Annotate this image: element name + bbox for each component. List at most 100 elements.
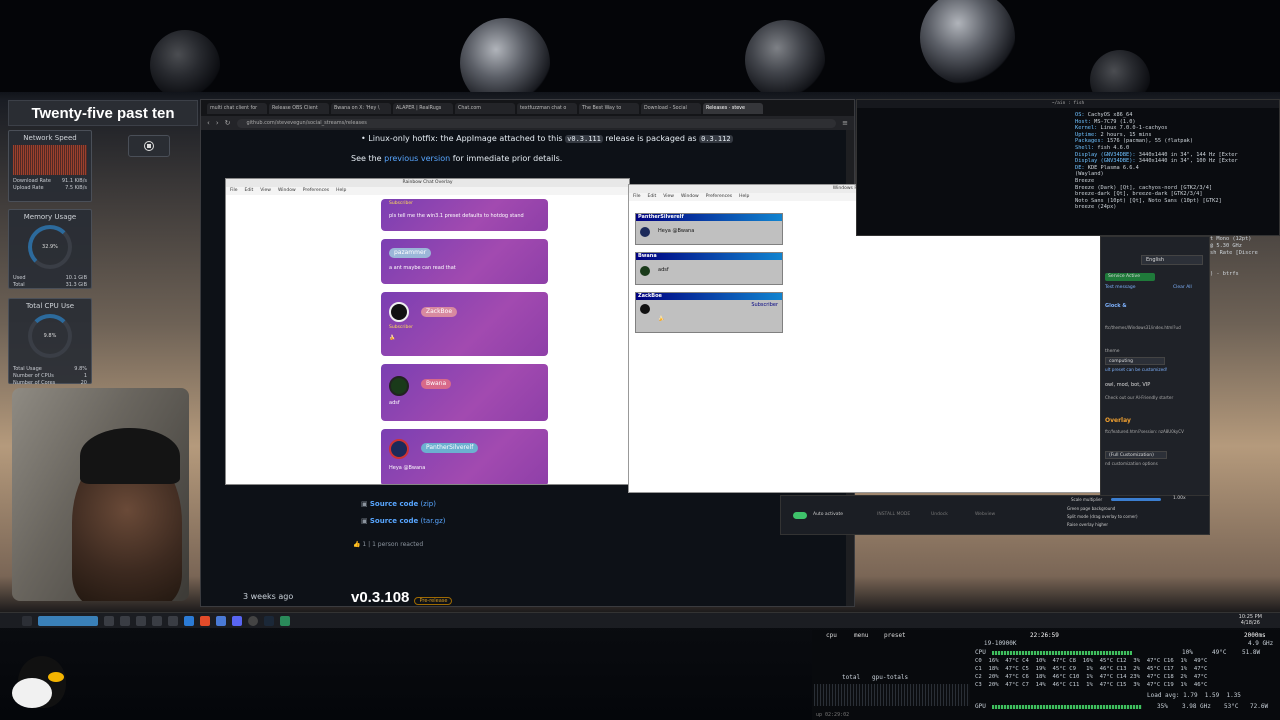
browser-tab-active[interactable]: Releases · steve bbox=[703, 102, 763, 114]
chat-message-card: ZackBoe Subscriber 🍌 bbox=[381, 292, 548, 356]
menu-item[interactable]: View bbox=[663, 193, 674, 201]
service-toggle[interactable]: Service Active bbox=[1105, 273, 1155, 281]
install-mode-button[interactable]: INSTALL MODE bbox=[877, 512, 910, 517]
reload-icon[interactable]: ↻ bbox=[225, 119, 231, 127]
info-value: (Wayland) bbox=[1075, 171, 1104, 178]
browser-tab[interactable]: Bwana on X: 'Hey \ bbox=[331, 102, 391, 114]
file-manager-icon[interactable] bbox=[184, 615, 194, 626]
btop-monitor: cpu menu preset 22:26:59 2000ms i9-10900… bbox=[812, 630, 1280, 720]
info-value: breeze-dark [Qt], breeze-dark [GTK2/3/4] bbox=[1075, 191, 1203, 198]
menu-item[interactable]: Window bbox=[681, 193, 699, 201]
menu-item[interactable]: Preferences bbox=[706, 193, 732, 201]
auto-activate-toggle[interactable] bbox=[793, 512, 807, 519]
window-thumb-icon[interactable] bbox=[168, 615, 178, 626]
menu-item[interactable]: View bbox=[260, 187, 271, 195]
upload-label: Upload Rate bbox=[13, 185, 44, 191]
menu-item[interactable]: Window bbox=[278, 187, 296, 195]
btop-cpu-watts: 51.8W bbox=[1242, 649, 1261, 656]
menu-item[interactable]: Help bbox=[739, 193, 749, 201]
info-value: MS-7C79 (1.0) bbox=[1094, 118, 1136, 125]
chat-message-text: pls tell me the win3.1 preset defaults t… bbox=[389, 213, 524, 219]
btop-gpu-temp: 53°C bbox=[1224, 703, 1239, 710]
info-value: Noto Sans (10pt) [Qt], Noto Sans (10pt) … bbox=[1075, 197, 1222, 204]
window-thumb-icon[interactable] bbox=[120, 615, 130, 626]
window-thumb-icon[interactable] bbox=[104, 615, 114, 626]
browser-tab[interactable]: Chat.com bbox=[455, 102, 515, 114]
option-toggle[interactable]: Green page background bbox=[1067, 506, 1115, 511]
tray-date: 4/18/26 bbox=[1240, 620, 1260, 626]
scale-slider[interactable] bbox=[1111, 498, 1161, 501]
brave-browser-icon[interactable] bbox=[200, 615, 210, 626]
address-bar[interactable]: github.com/stevevegun/social_streams/rel… bbox=[236, 118, 837, 128]
menu-item[interactable]: File bbox=[633, 193, 641, 201]
stop-recording-button[interactable] bbox=[128, 135, 170, 157]
tray-clock[interactable]: 10:25 PM 4/18/26 bbox=[1239, 614, 1262, 626]
retro-chat-box: PantherSilverelf Heya @Bwana bbox=[635, 213, 783, 245]
asset-row[interactable]: ▣ Source code (zip) bbox=[361, 500, 436, 508]
chat-message-card: pazammer a ant maybe can read that bbox=[381, 239, 548, 284]
pager-widget[interactable] bbox=[38, 615, 98, 626]
chat-message-card: PantherSilverelf Heya @Bwana bbox=[381, 429, 548, 484]
menu-item[interactable]: Edit bbox=[648, 193, 657, 201]
menu-item[interactable]: Help bbox=[336, 187, 346, 195]
browser-tab[interactable]: Release OBS Client bbox=[269, 102, 329, 114]
scale-label: Scale multiplier bbox=[1071, 497, 1103, 502]
language-select[interactable]: English bbox=[1141, 255, 1203, 265]
steam-icon[interactable] bbox=[264, 615, 274, 626]
settings-row: ftc/featured.html?session: nzA8U0kyCV bbox=[1105, 429, 1184, 434]
menu-item[interactable]: File bbox=[230, 187, 238, 195]
menu-item[interactable]: Edit bbox=[245, 187, 254, 195]
window-thumb-icon[interactable] bbox=[152, 615, 162, 626]
test-message-button[interactable]: Test message bbox=[1105, 285, 1136, 290]
browser-tab[interactable]: textfuzzman chat o bbox=[517, 102, 577, 114]
btop-gpu-mem: 3.98 GHz bbox=[1182, 703, 1211, 710]
btop-cpu-bar bbox=[992, 651, 1132, 655]
btop-tab-preset[interactable]: preset bbox=[884, 632, 906, 639]
subscriber-tag: Subscriber bbox=[389, 325, 413, 330]
theme-select[interactable]: computing bbox=[1105, 357, 1165, 365]
window-thumb-icon[interactable] bbox=[136, 615, 146, 626]
browser-tab[interactable]: ALAPER | RealRugs bbox=[393, 102, 453, 114]
asset-link[interactable]: Source code bbox=[370, 517, 418, 525]
chat-app-icon[interactable] bbox=[280, 615, 290, 626]
clock-widget: Twenty-five past ten bbox=[8, 100, 198, 126]
obs-icon[interactable] bbox=[248, 615, 258, 626]
info-value: 3440x1440 in 34", 144 Hz [Exter bbox=[1138, 151, 1238, 158]
retro-message-text: 🍌 bbox=[658, 316, 665, 322]
mem-total-label: Total bbox=[13, 282, 25, 288]
terminal-icon[interactable] bbox=[216, 615, 226, 626]
btop-core-line: C2 20% 47°C C6 18% 46°C C10 1% 47°C C14 … bbox=[975, 674, 1208, 680]
release-version[interactable]: v0.3.108 bbox=[351, 589, 409, 606]
terminal-line: sh Rate [Discre bbox=[1210, 250, 1258, 256]
browser-tab[interactable]: The Best Way to bbox=[579, 102, 639, 114]
info-value: fish 4.6.0 bbox=[1097, 144, 1130, 151]
back-icon[interactable]: ‹ bbox=[207, 119, 210, 127]
btop-cpu-model: i9-10900K bbox=[984, 640, 1017, 647]
undock-button[interactable]: Undock bbox=[931, 512, 948, 517]
previous-version-link[interactable]: previous version bbox=[384, 154, 450, 163]
btop-interval[interactable]: 2000ms bbox=[1244, 632, 1266, 639]
settings-row: ftc/themes/Windows31/index.html?ucl bbox=[1105, 325, 1182, 330]
asset-row[interactable]: ▣ Source code (tar.gz) bbox=[361, 517, 446, 525]
app-launcher-icon[interactable] bbox=[22, 615, 32, 626]
btop-tab-menu[interactable]: menu bbox=[854, 632, 868, 639]
rainbow-titlebar: Rainbow Chat Overlay bbox=[226, 179, 629, 187]
browser-tab[interactable]: Download - Social bbox=[641, 102, 701, 114]
customization-select[interactable]: (Full Customization) bbox=[1105, 451, 1167, 459]
forward-icon[interactable]: › bbox=[216, 119, 219, 127]
option-toggle[interactable]: Raise overlay higher bbox=[1067, 522, 1108, 527]
avatar bbox=[389, 376, 409, 396]
discord-icon[interactable] bbox=[232, 615, 242, 626]
webview-button[interactable]: Webview bbox=[975, 512, 995, 517]
menu-icon[interactable]: ≡ bbox=[842, 119, 848, 127]
option-toggle[interactable]: Split mode (drag overlay to corner) bbox=[1067, 514, 1138, 519]
url-toolbar: ‹ › ↻ github.com/stevevegun/social_strea… bbox=[201, 116, 854, 130]
menu-item[interactable]: Preferences bbox=[303, 187, 329, 195]
asset-ext: (zip) bbox=[420, 500, 436, 508]
reaction-row[interactable]: 👍 1 | 1 person reacted bbox=[353, 541, 423, 548]
asset-link[interactable]: Source code bbox=[370, 500, 418, 508]
browser-tab[interactable]: multi chat client for bbox=[207, 102, 267, 114]
btop-tab-cpu[interactable]: cpu bbox=[826, 632, 837, 639]
memory-title: Memory Usage bbox=[23, 213, 77, 221]
clear-all-button[interactable]: Clear All bbox=[1173, 285, 1192, 290]
